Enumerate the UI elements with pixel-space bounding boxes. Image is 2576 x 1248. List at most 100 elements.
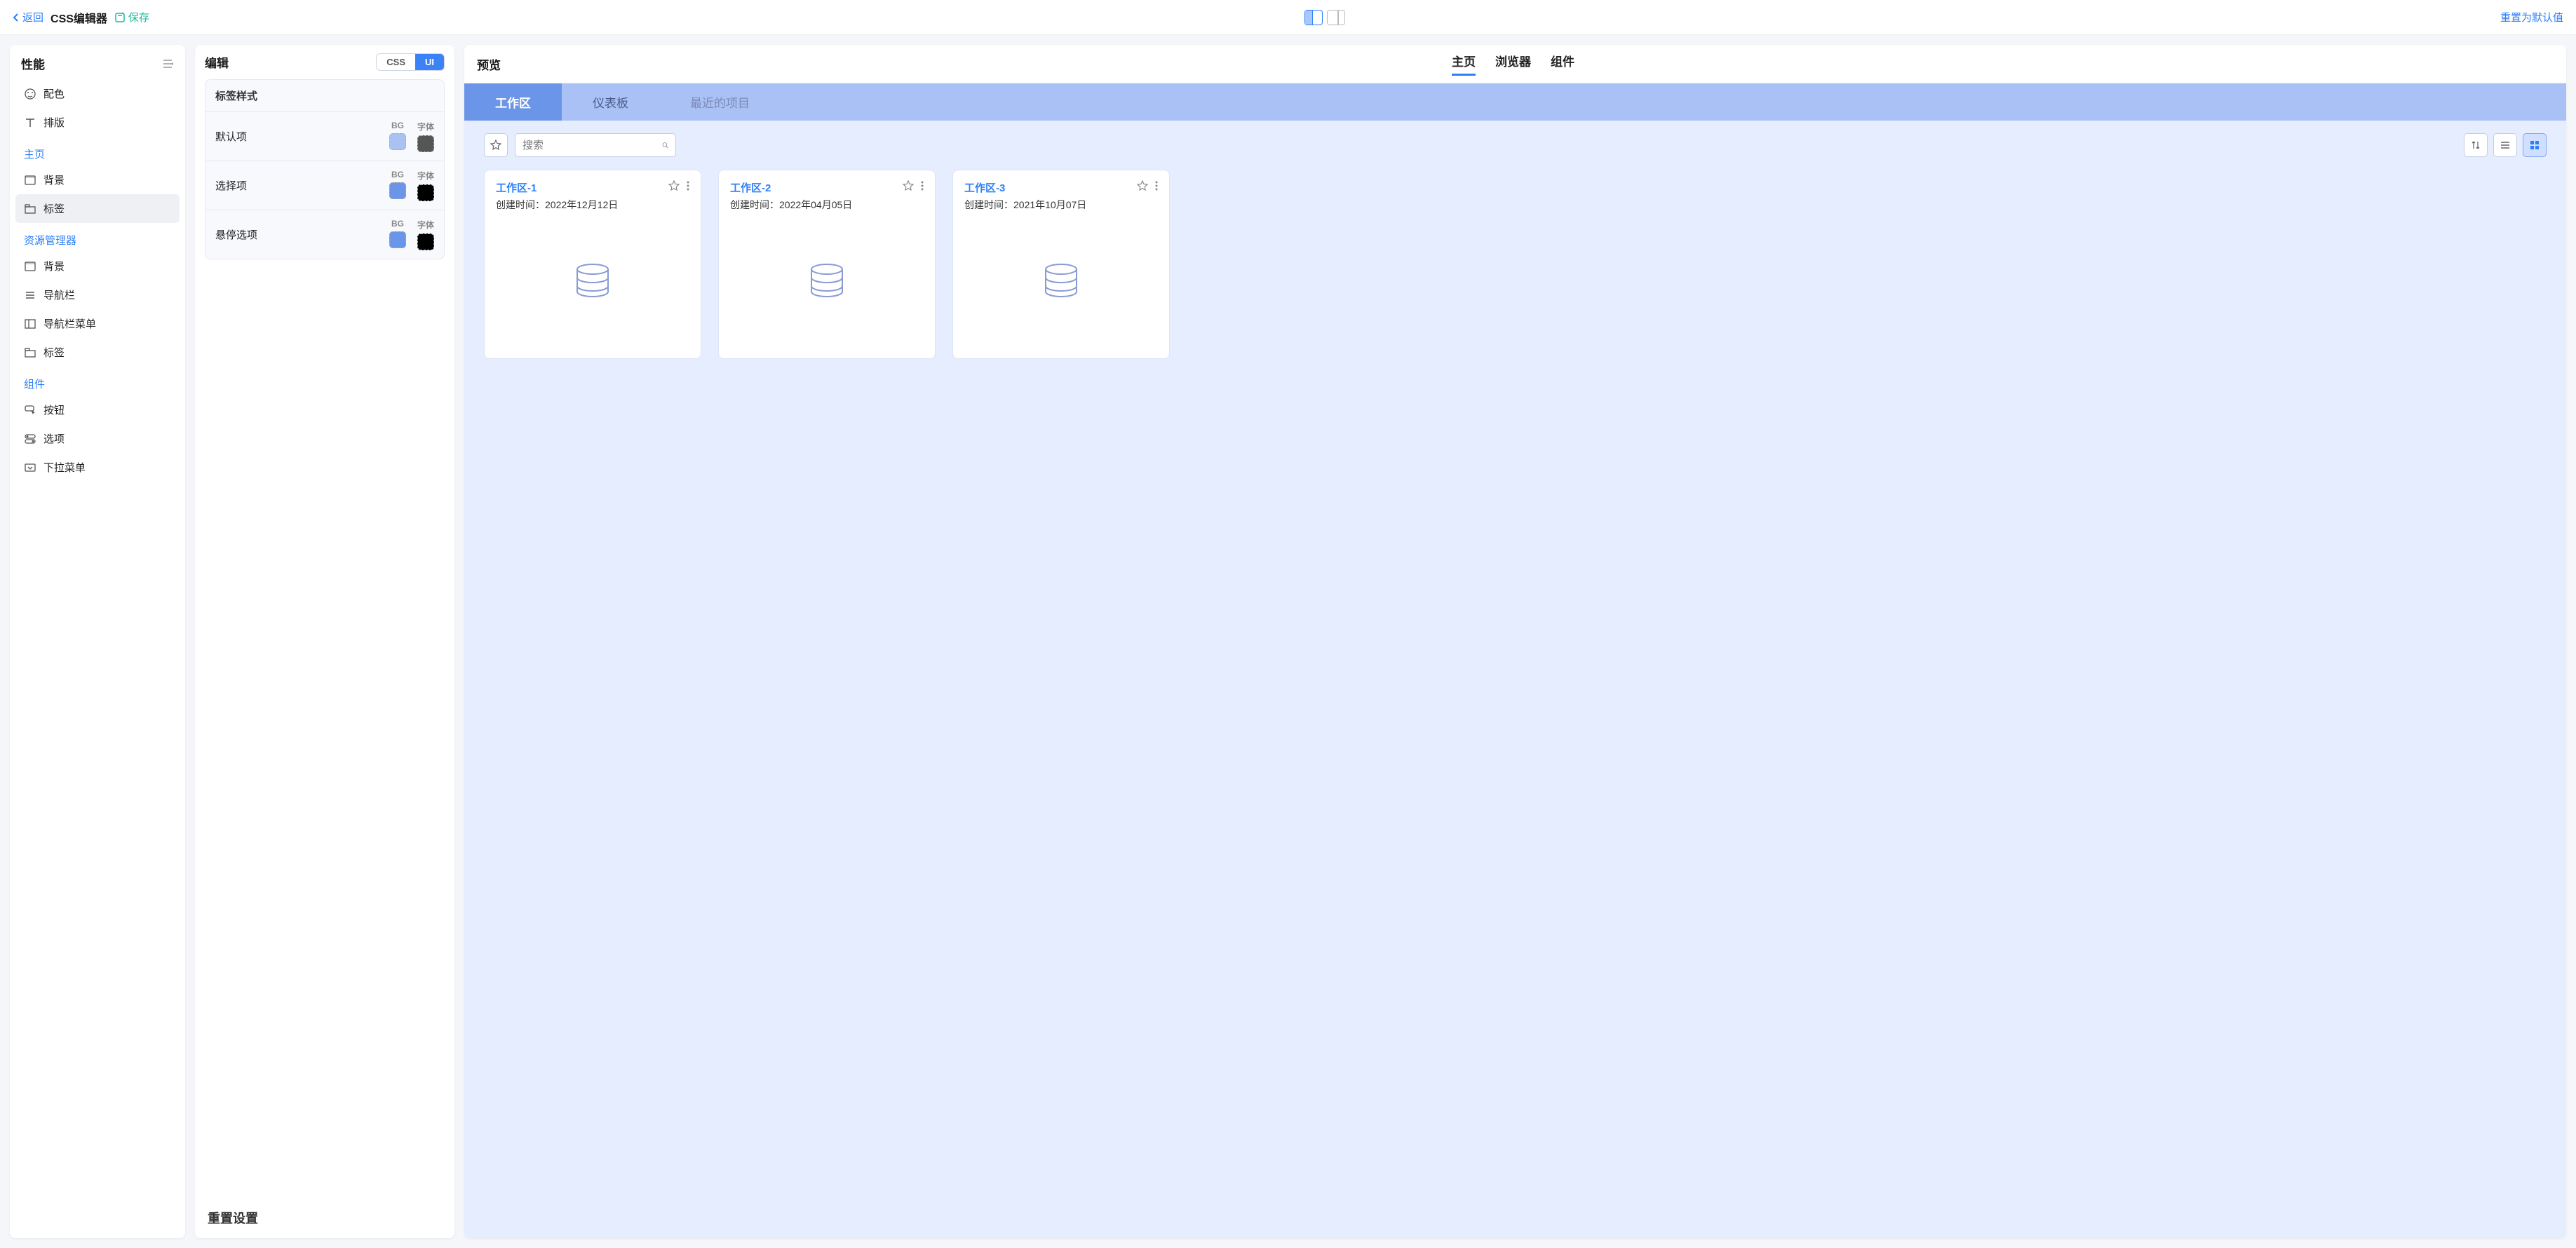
sidebar-item-option[interactable]: 选项	[15, 424, 180, 453]
image-icon	[24, 260, 36, 273]
font-swatch[interactable]	[417, 135, 434, 152]
inner-tab-workspace[interactable]: 工作区	[464, 83, 562, 121]
preview-panel: 预览 主页 浏览器 组件 工作区 仪表板 最近的项目	[464, 45, 2566, 1238]
save-button[interactable]: 保存	[114, 10, 149, 25]
cursor-icon	[24, 404, 36, 416]
card-subtitle: 创建时间：2022年12月12日	[496, 198, 618, 212]
more-icon[interactable]	[687, 180, 689, 191]
save-icon	[114, 12, 126, 23]
collapse-icon[interactable]	[163, 59, 174, 69]
sidebar-item-label: 配色	[43, 86, 65, 101]
search-box[interactable]	[515, 133, 676, 157]
sidebar-item-navbar-menu[interactable]: 导航栏菜单	[15, 309, 180, 338]
search-icon	[662, 140, 668, 151]
sidebar-item-navbar[interactable]: 导航栏	[15, 280, 180, 309]
editor-title: 编辑	[205, 53, 229, 71]
sidebar-item-label: 导航栏菜单	[43, 316, 96, 331]
star-icon[interactable]	[1137, 180, 1148, 191]
save-label: 保存	[128, 10, 149, 25]
preview-title: 预览	[477, 55, 501, 73]
font-label: 字体	[417, 219, 434, 231]
inner-tab-dashboard[interactable]: 仪表板	[562, 83, 659, 121]
card-title: 工作区-3	[964, 180, 1086, 195]
style-row-selected: 选择项 BG 字体	[205, 161, 444, 210]
database-icon	[1041, 261, 1081, 300]
sidebar-item-background-explorer[interactable]: 背景	[15, 252, 180, 280]
card-subtitle: 创建时间：2022年04月05日	[730, 198, 852, 212]
font-swatch[interactable]	[417, 184, 434, 201]
sidebar-item-label: 下拉菜单	[43, 460, 86, 475]
favorite-filter-button[interactable]	[484, 133, 508, 157]
tab-icon	[24, 346, 36, 359]
sort-button[interactable]	[2464, 133, 2488, 157]
reset-default-button[interactable]: 重置为默认值	[2500, 10, 2563, 25]
sidebar-group-home: 主页	[15, 137, 180, 165]
database-icon	[807, 261, 847, 300]
palette-icon	[24, 88, 36, 100]
panel-icon	[24, 318, 36, 330]
page-title: CSS编辑器	[50, 9, 107, 26]
sidebar-item-background-home[interactable]: 背景	[15, 165, 180, 194]
font-label: 字体	[417, 121, 434, 133]
sidebar-item-tabs-explorer[interactable]: 标签	[15, 338, 180, 367]
sidebar-item-label: 背景	[43, 172, 65, 187]
star-icon[interactable]	[903, 180, 914, 191]
layout-split-right-button[interactable]	[1327, 10, 1345, 25]
workspace-card[interactable]: 工作区-2 创建时间：2022年04月05日	[718, 170, 936, 359]
menu-icon	[24, 289, 36, 301]
sidebar-item-tabs-home[interactable]: 标签	[15, 194, 180, 223]
star-icon	[490, 140, 501, 151]
sidebar-title: 性能	[21, 55, 45, 72]
workspace-card[interactable]: 工作区-1 创建时间：2022年12月12日	[484, 170, 701, 359]
bg-label: BG	[391, 219, 404, 229]
sidebar-item-label: 标签	[43, 345, 65, 360]
search-input[interactable]	[522, 140, 662, 151]
grid-view-button[interactable]	[2523, 133, 2547, 157]
star-icon[interactable]	[668, 180, 680, 191]
database-icon	[573, 261, 612, 300]
sidebar-item-label: 标签	[43, 201, 65, 216]
layout-split-left-button[interactable]	[1304, 10, 1323, 25]
list-view-button[interactable]	[2493, 133, 2517, 157]
more-icon[interactable]	[921, 180, 924, 191]
bg-swatch[interactable]	[389, 182, 406, 199]
style-row-default: 默认项 BG 字体	[205, 112, 444, 161]
image-icon	[24, 174, 36, 186]
more-icon[interactable]	[1155, 180, 1158, 191]
editor-panel: 编辑 CSS UI 标签样式 默认项 BG 字体 选择项 BG 字体	[195, 45, 454, 1238]
sidebar-group-components: 组件	[15, 367, 180, 395]
bg-label: BG	[391, 170, 404, 179]
sidebar-item-dropdown[interactable]: 下拉菜单	[15, 453, 180, 482]
preview-tab-home[interactable]: 主页	[1452, 52, 1476, 76]
tab-style-section: 标签样式 默认项 BG 字体 选择项 BG 字体 悬停选项 BG 字体	[205, 79, 445, 259]
sidebar-group-explorer: 资源管理器	[15, 223, 180, 252]
preview-tab-components[interactable]: 组件	[1551, 52, 1574, 76]
sidebar-item-color[interactable]: 配色	[15, 79, 180, 108]
style-row-label: 默认项	[215, 129, 247, 144]
css-mode-button[interactable]: CSS	[377, 54, 415, 70]
font-swatch[interactable]	[417, 233, 434, 250]
bg-swatch[interactable]	[389, 231, 406, 248]
ui-mode-button[interactable]: UI	[415, 54, 444, 70]
sidebar-item-button[interactable]: 按钮	[15, 395, 180, 424]
toggle-icon	[24, 433, 36, 445]
sidebar-item-label: 按钮	[43, 402, 65, 417]
inner-tab-recent[interactable]: 最近的项目	[659, 83, 781, 121]
grid-icon	[2530, 140, 2540, 150]
bg-swatch[interactable]	[389, 133, 406, 150]
sidebar-item-label: 导航栏	[43, 287, 75, 302]
card-title: 工作区-2	[730, 180, 852, 195]
sidebar-item-typography[interactable]: 排版	[15, 108, 180, 137]
style-row-label: 悬停选项	[215, 227, 257, 242]
tab-icon	[24, 203, 36, 215]
style-row-hover: 悬停选项 BG 字体	[205, 210, 444, 259]
back-button[interactable]: 返回	[13, 10, 43, 25]
dropdown-icon	[24, 461, 36, 474]
type-icon	[24, 116, 36, 129]
topbar: 返回 CSS编辑器 保存 重置为默认值	[0, 0, 2576, 35]
preview-tab-browser[interactable]: 浏览器	[1495, 52, 1531, 76]
sidebar-panel: 性能 配色 排版 主页 背景 标签 资源管理器	[10, 45, 185, 1238]
bg-label: BG	[391, 121, 404, 130]
workspace-card[interactable]: 工作区-3 创建时间：2021年10月07日	[952, 170, 1170, 359]
list-icon	[2500, 140, 2510, 150]
